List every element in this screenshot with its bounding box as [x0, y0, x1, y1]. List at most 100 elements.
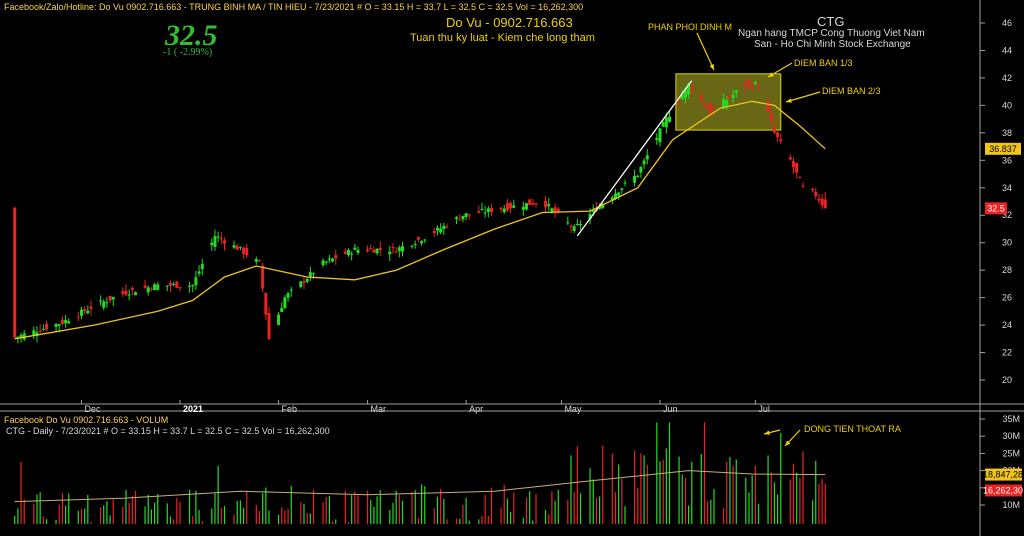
candle-body	[423, 239, 427, 241]
candle-body	[661, 122, 665, 127]
candle-body	[57, 324, 61, 326]
candle-body	[108, 295, 112, 301]
candle-body	[327, 258, 331, 260]
candle-body	[795, 163, 799, 173]
header-title: Facebook/Zalo/Hotline: Do Vu 0902.716.66…	[4, 2, 584, 12]
candle-body	[505, 203, 509, 211]
candle-body	[254, 258, 258, 262]
candle-body	[645, 155, 649, 160]
candle-body	[823, 199, 827, 209]
candle-body	[213, 236, 217, 247]
candle-body	[442, 225, 446, 229]
candle-body	[814, 191, 818, 196]
y-tick-label: 36	[1002, 155, 1012, 165]
candle-body	[302, 281, 306, 283]
candle-body	[531, 202, 535, 205]
candle-body	[575, 223, 579, 225]
candle-body	[702, 104, 706, 106]
close-price-tag-text: 32.5	[987, 203, 1005, 213]
candle-body	[477, 211, 481, 213]
candle-body	[235, 245, 239, 250]
candle-body	[321, 260, 325, 266]
candle-body	[394, 251, 398, 253]
x-tick-label: Apr	[469, 404, 483, 414]
candle-body	[712, 108, 716, 110]
candle-body	[642, 160, 646, 165]
candle-body	[728, 95, 732, 98]
candle-body	[502, 208, 506, 213]
candle-body	[747, 80, 751, 84]
candle-body	[467, 214, 471, 216]
author-slogan: Tuan thu ky luat - Kiem che long tham	[410, 32, 595, 44]
author-name: Do Vu - 0902.716.663	[446, 15, 573, 30]
candle-body	[60, 319, 64, 324]
candle-body	[655, 138, 659, 140]
candle-body	[706, 106, 710, 109]
candle-body	[801, 185, 805, 187]
vol-last-tag-text: 16,262,30	[983, 485, 1023, 495]
x-tick-label: May	[564, 404, 582, 414]
candle-body	[432, 230, 436, 234]
candle-body	[734, 90, 738, 93]
volume-ma-line	[14, 470, 826, 503]
candle-body	[369, 248, 373, 250]
candle-body	[416, 237, 420, 240]
candle-body	[779, 139, 783, 142]
candle-body	[455, 217, 459, 219]
candle-body	[356, 249, 360, 253]
x-tick-label: Dec	[84, 404, 101, 414]
candle-body	[461, 215, 465, 220]
candle-body	[757, 86, 761, 88]
candle-body	[277, 314, 281, 325]
candle-body	[41, 328, 45, 330]
candle-body	[331, 258, 335, 262]
y-tick-label: 26	[1002, 293, 1012, 303]
candle-body	[245, 247, 249, 256]
candle-body	[509, 202, 513, 209]
candle-body	[219, 238, 223, 240]
x-tick-label: Mar	[371, 404, 387, 414]
candle-body	[483, 212, 487, 214]
vol-tick-label: 10M	[1002, 500, 1020, 510]
candle-body	[188, 285, 192, 287]
candle-body	[299, 281, 303, 288]
candle-body	[99, 300, 103, 302]
candle-body	[547, 204, 551, 207]
candle-body	[146, 287, 150, 293]
candle-body	[89, 306, 93, 309]
candle-body	[534, 203, 538, 205]
candle-body	[413, 244, 417, 246]
candle-body	[388, 251, 392, 255]
candle-body	[79, 309, 83, 316]
vol-ma-tag-text: 18,847,28	[983, 470, 1023, 480]
candle-body	[324, 261, 328, 263]
candle-body	[343, 251, 347, 254]
annotation-diem-ban-1: DIEM BAN 1/3	[794, 58, 853, 68]
ma-price-tag-text: 36.837	[989, 144, 1017, 154]
candle-body	[105, 302, 109, 304]
candle-body	[791, 161, 795, 168]
candle-body	[83, 309, 87, 312]
candle-body	[391, 247, 395, 249]
candle-body	[639, 167, 643, 173]
candle-body	[709, 104, 713, 114]
candle-body	[86, 310, 90, 314]
candle-body	[410, 245, 414, 247]
candle-body	[486, 208, 490, 213]
candle-body	[458, 219, 462, 221]
ticker-code: CTG	[817, 14, 845, 29]
candle-body	[194, 277, 198, 286]
candle-body	[197, 271, 201, 274]
y-tick-label: 30	[1002, 238, 1012, 248]
candle-body	[210, 242, 214, 246]
candle-body	[550, 208, 554, 212]
x-tick-label: Feb	[282, 404, 298, 414]
y-tick-label: 46	[1002, 18, 1012, 28]
candle-body	[464, 213, 468, 217]
volume-header-1: Facebook Do Vu 0902.716.663 - VOLUM	[4, 415, 169, 425]
candle-body	[820, 198, 824, 206]
y-tick-label: 34	[1002, 183, 1012, 193]
candle-body	[366, 249, 370, 252]
annotation-diem-ban-2: DIEM BAN 2/3	[822, 86, 881, 96]
annotation-dong-tien: DONG TIEN THOAT RA	[804, 424, 901, 434]
